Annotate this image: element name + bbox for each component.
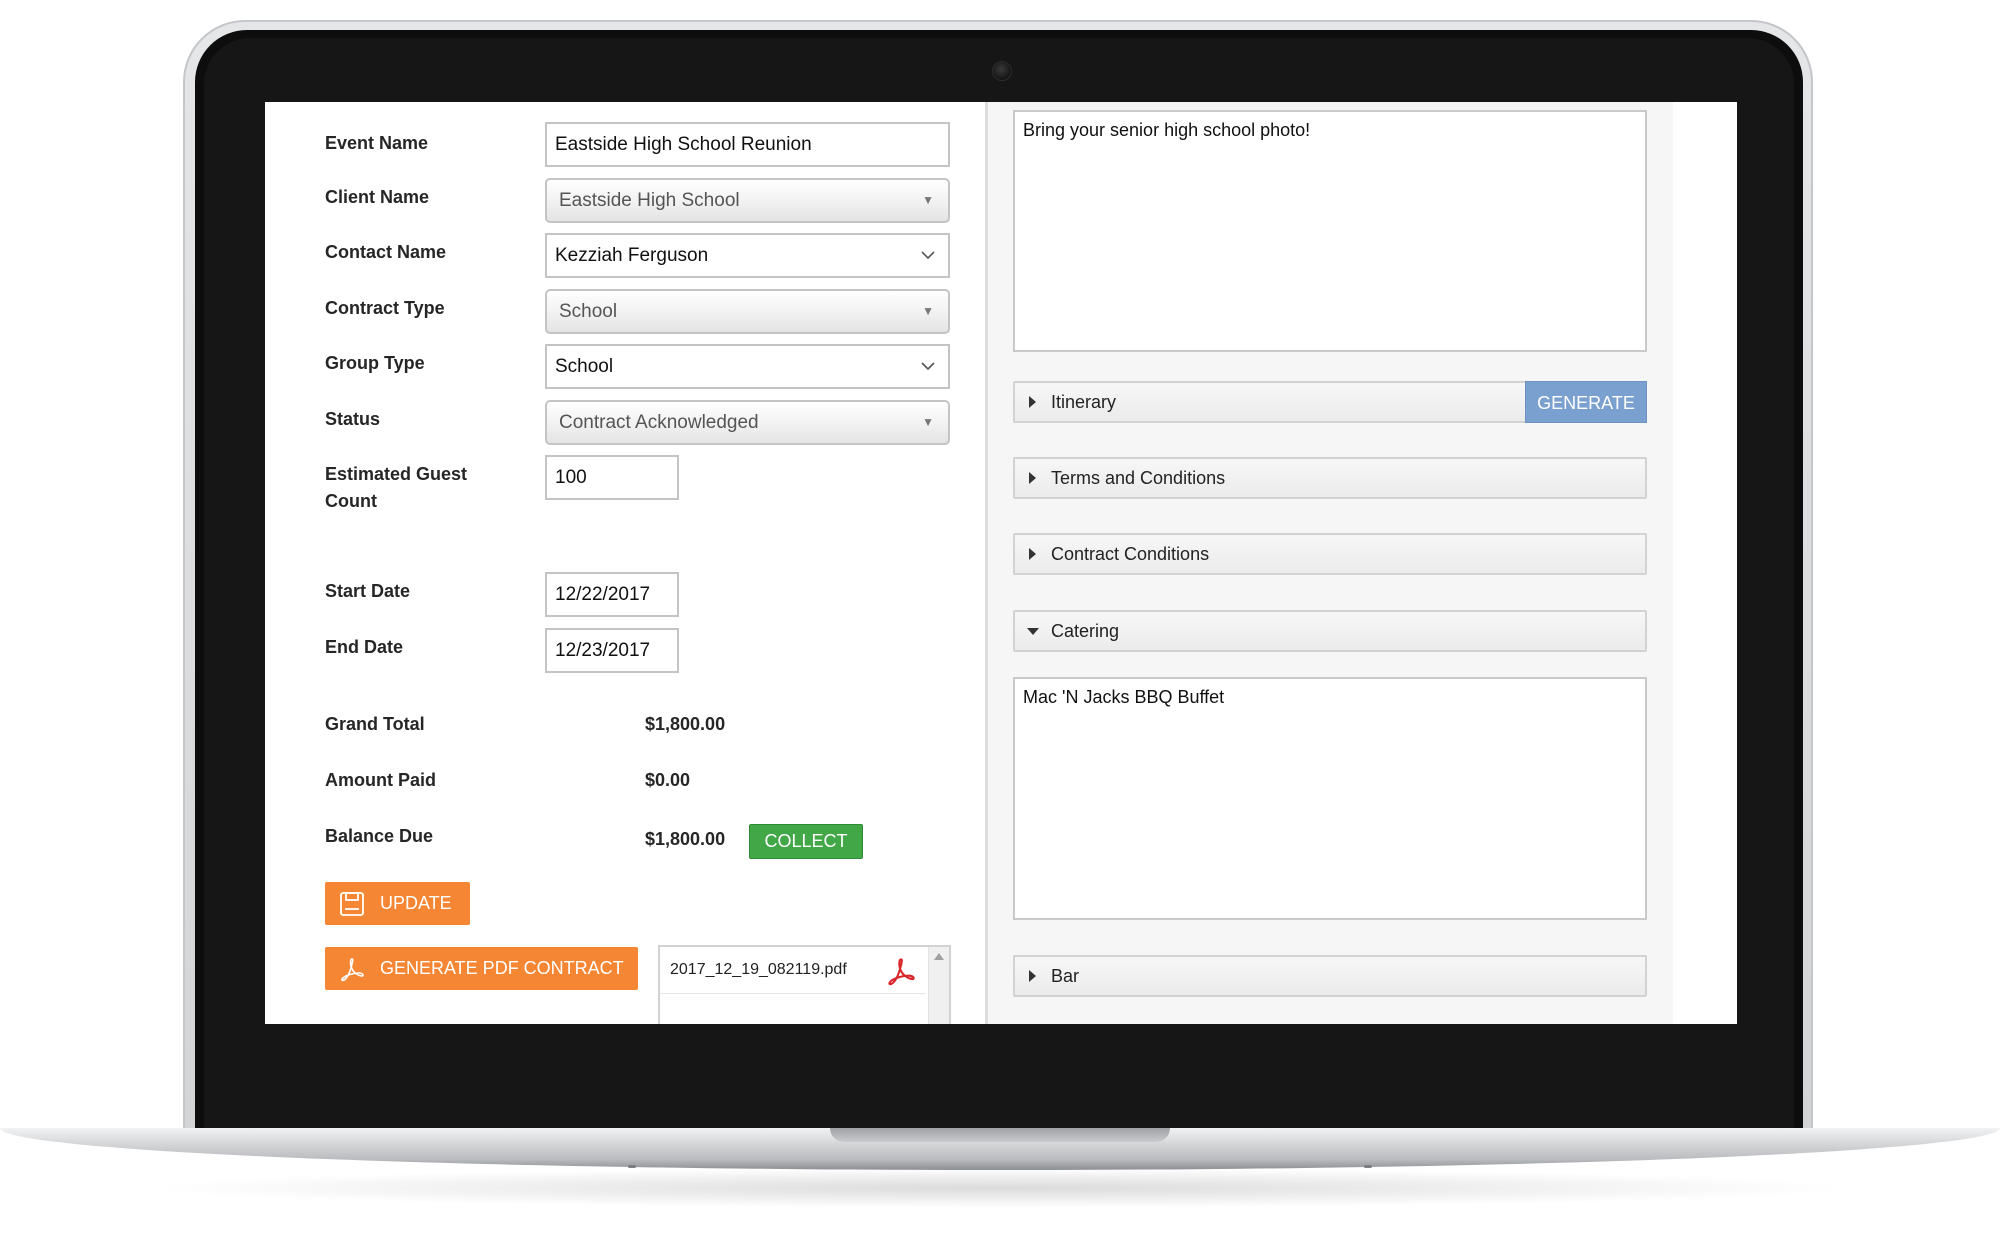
file-name: 2017_12_19_082119.pdf [670, 961, 847, 978]
laptop-shadow [140, 1168, 1860, 1208]
contract-conditions-title: Contract Conditions [1051, 544, 1210, 564]
itinerary-accordion[interactable]: Itinerary GENERATE [1013, 381, 1647, 423]
catering-accordion[interactable]: Catering [1013, 610, 1647, 652]
file-list-scrollbar[interactable] [928, 947, 949, 1024]
itinerary-title: Itinerary [1051, 392, 1117, 412]
catering-textarea[interactable]: Mac 'N Jacks BBQ Buffet [1013, 677, 1647, 920]
client-name-value: Eastside High School [559, 190, 740, 211]
balance-due-label: Balance Due [325, 826, 434, 846]
status-select[interactable]: Contract Acknowledged ▼ [545, 400, 950, 445]
balance-due-value: $1,800.00 [645, 829, 726, 849]
save-icon [340, 892, 364, 916]
bar-accordion[interactable]: Bar [1013, 955, 1647, 997]
status-label: Status [325, 409, 381, 429]
contact-name-label: Contact Name [325, 242, 447, 262]
acrobat-icon [341, 958, 364, 982]
end-date-input[interactable]: 12/23/2017 [545, 628, 679, 673]
contract-conditions-accordion[interactable]: Contract Conditions [1013, 533, 1647, 575]
caret-right-icon [1029, 970, 1036, 982]
right-margin [1673, 102, 1737, 1024]
caret-down-icon [1027, 628, 1039, 635]
contact-name-value: Kezziah Ferguson [555, 245, 709, 266]
group-type-value: School [555, 356, 614, 377]
start-date-label: Start Date [325, 581, 411, 601]
generate-itinerary-button[interactable]: GENERATE [1525, 381, 1647, 423]
screen: Event Name Eastside High School Reunion … [265, 102, 1737, 1024]
group-type-select[interactable]: School [545, 344, 950, 389]
caret-right-icon [1029, 396, 1036, 408]
contract-type-value: School [559, 301, 618, 322]
update-button-label: UPDATE [380, 893, 452, 913]
dropdown-arrow-icon: ▼ [922, 304, 934, 318]
start-date-input[interactable]: 12/22/2017 [545, 572, 679, 617]
event-name-input[interactable]: Eastside High School Reunion [545, 122, 950, 167]
terms-accordion[interactable]: Terms and Conditions [1013, 457, 1647, 499]
event-form-panel: Event Name Eastside High School Reunion … [265, 102, 985, 1024]
laptop-foot-right [1364, 1165, 1372, 1168]
update-button[interactable]: UPDATE [325, 882, 470, 925]
pdf-icon[interactable] [886, 956, 916, 986]
chevron-down-icon [921, 362, 935, 371]
end-date-label: End Date [325, 637, 404, 657]
generate-pdf-contract-button[interactable]: GENERATE PDF CONTRACT [325, 947, 638, 990]
grand-total-label: Grand Total [325, 714, 425, 734]
guest-count-input[interactable]: 100 [545, 455, 679, 500]
chevron-down-icon [921, 251, 935, 260]
guest-count-label-line2: Count [325, 491, 377, 511]
group-type-label: Group Type [325, 353, 425, 373]
list-item[interactable]: 2017_12_19_082119.pdf [660, 947, 926, 994]
client-name-label: Client Name [325, 187, 430, 207]
guest-count-label: Estimated Guest Count [325, 461, 467, 515]
contract-type-label: Contract Type [325, 298, 445, 318]
caret-right-icon [1029, 472, 1036, 484]
caret-right-icon [1029, 548, 1036, 560]
grand-total-value: $1,800.00 [645, 714, 726, 734]
laptop-base-notch [830, 1128, 1170, 1142]
camera-icon [992, 61, 1012, 81]
contract-type-select[interactable]: School ▼ [545, 289, 950, 334]
amount-paid-label: Amount Paid [325, 770, 436, 790]
laptop-foot-left [628, 1165, 636, 1168]
contact-name-select[interactable]: Kezziah Ferguson [545, 233, 950, 278]
amount-paid-value: $0.00 [645, 770, 691, 790]
description-textarea[interactable]: Bring your senior high school photo! [1013, 110, 1647, 352]
bar-title: Bar [1051, 966, 1080, 986]
dropdown-arrow-icon: ▼ [922, 193, 934, 207]
client-name-select[interactable]: Eastside High School ▼ [545, 178, 950, 223]
generate-pdf-contract-label: GENERATE PDF CONTRACT [380, 958, 624, 978]
event-name-label: Event Name [325, 133, 429, 153]
dropdown-arrow-icon: ▼ [922, 415, 934, 429]
contract-file-list: 2017_12_19_082119.pdf [658, 945, 951, 1024]
collect-button[interactable]: COLLECT [749, 824, 863, 859]
guest-count-label-line1: Estimated Guest [325, 464, 468, 484]
terms-title: Terms and Conditions [1051, 468, 1226, 488]
catering-title: Catering [1051, 621, 1120, 641]
status-value: Contract Acknowledged [559, 412, 759, 433]
scroll-up-icon[interactable] [934, 953, 944, 960]
